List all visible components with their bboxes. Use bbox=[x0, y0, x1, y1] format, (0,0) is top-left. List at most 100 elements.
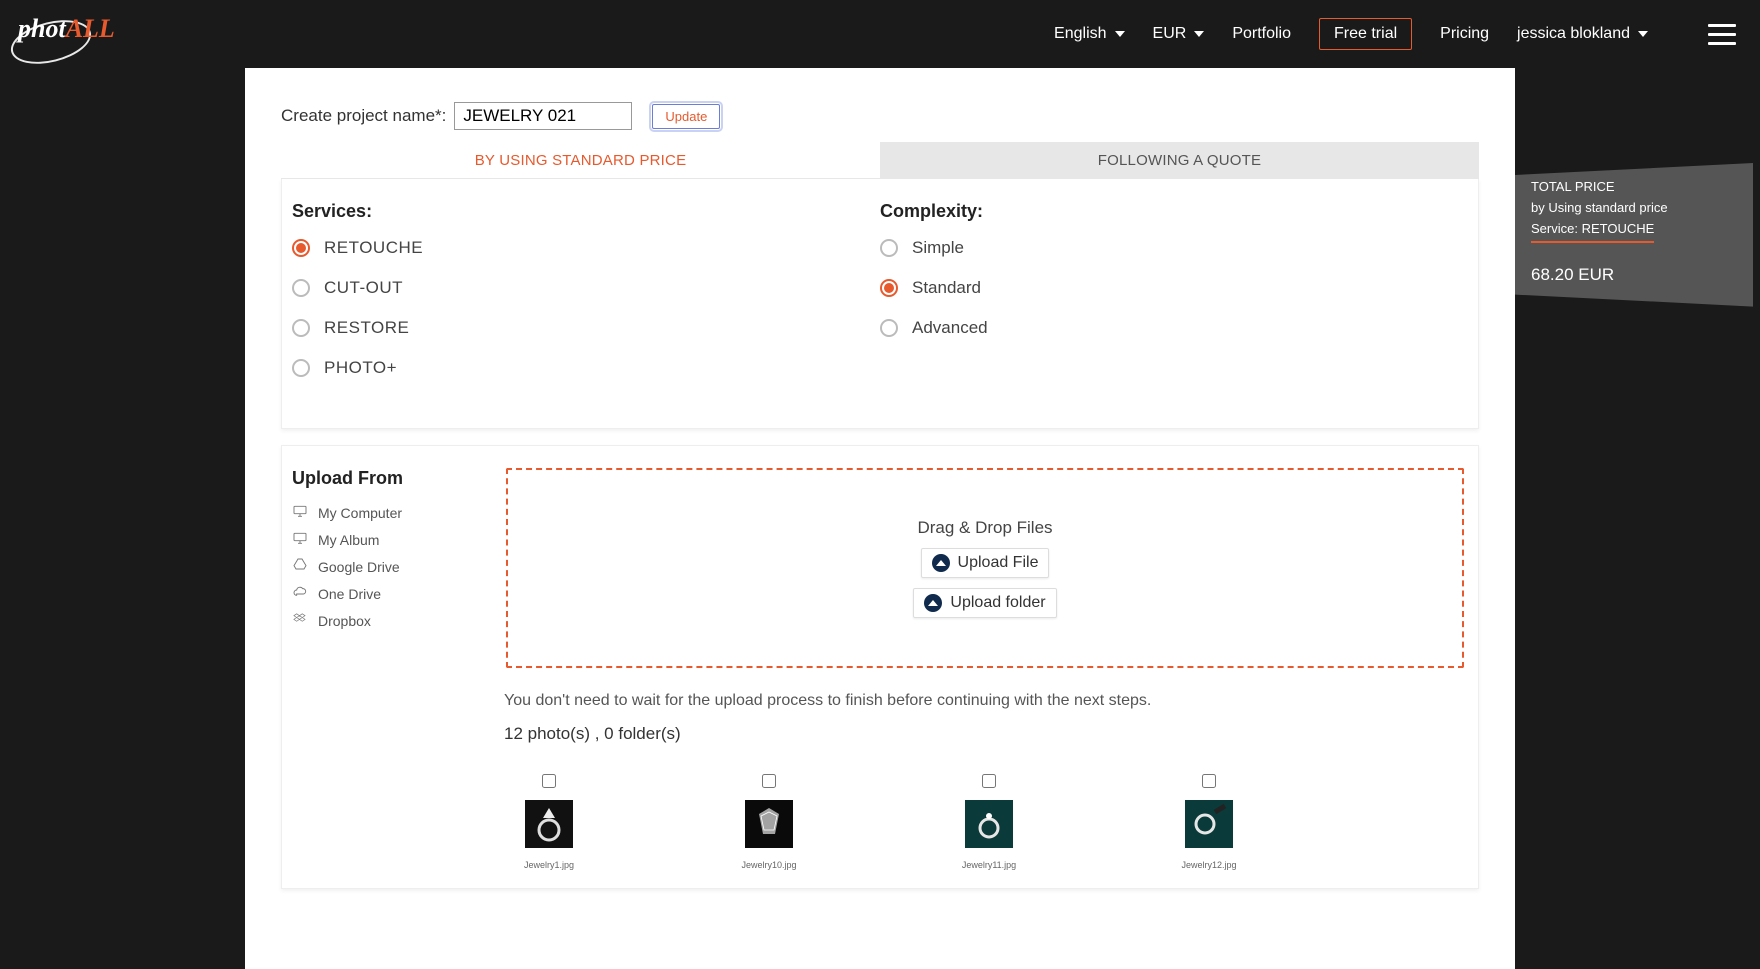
thumbnail-image[interactable] bbox=[745, 800, 793, 848]
upload-card: Upload From My ComputerMy AlbumGoogle Dr… bbox=[281, 445, 1479, 889]
service-label: RESTORE bbox=[324, 318, 409, 338]
complexity-option-simple[interactable]: Simple bbox=[880, 238, 1468, 258]
source-label: My Computer bbox=[318, 505, 402, 521]
project-name-input[interactable] bbox=[454, 102, 632, 130]
logo-text-2: ALL bbox=[66, 14, 115, 43]
chevron-down-icon bbox=[1638, 31, 1648, 37]
service-label: RETOUCHE bbox=[324, 238, 423, 258]
service-label: PHOTO+ bbox=[324, 358, 397, 378]
upload-arrow-icon bbox=[932, 554, 950, 572]
thumbnail-row: Jewelry1.jpg Jewelry10.jpg Jewelry11.jpg Je… bbox=[504, 774, 1464, 870]
upload-source-my-computer[interactable]: My Computer bbox=[292, 503, 488, 522]
project-name-row: Create project name*: Update bbox=[245, 68, 1515, 142]
source-label: Google Drive bbox=[318, 559, 400, 575]
thumbnail-filename: Jewelry11.jpg bbox=[962, 860, 1016, 870]
upload-source-google-drive[interactable]: Google Drive bbox=[292, 557, 488, 576]
radio-icon bbox=[880, 239, 898, 257]
logo[interactable]: photALL bbox=[18, 14, 115, 44]
chevron-down-icon bbox=[1194, 31, 1204, 37]
nav-pricing[interactable]: Pricing bbox=[1440, 25, 1489, 43]
app-header: photALL English EUR Portfolio Free trial… bbox=[0, 0, 1760, 68]
thumbnail-checkbox[interactable] bbox=[762, 774, 776, 788]
total-card-service: Service: RETOUCHE bbox=[1531, 219, 1654, 244]
chevron-down-icon bbox=[1115, 31, 1125, 37]
radio-icon bbox=[292, 239, 310, 257]
thumbnail-checkbox[interactable] bbox=[542, 774, 556, 788]
total-card-title: TOTAL PRICE bbox=[1531, 177, 1737, 198]
complexity-label: Advanced bbox=[912, 318, 988, 338]
upload-count: 12 photo(s) , 0 folder(s) bbox=[504, 724, 1464, 744]
radio-icon bbox=[292, 359, 310, 377]
complexity-column: Complexity: Simple Standard Advanced bbox=[880, 201, 1468, 398]
tab-standard-price[interactable]: BY USING STANDARD PRICE bbox=[281, 142, 880, 179]
source-label: My Album bbox=[318, 532, 379, 548]
thumbnail-filename: Jewelry10.jpg bbox=[741, 860, 796, 870]
tab-following-quote[interactable]: FOLLOWING A QUOTE bbox=[880, 142, 1479, 179]
upload-folder-button[interactable]: Upload folder bbox=[913, 588, 1056, 618]
service-option-photo-[interactable]: PHOTO+ bbox=[292, 358, 880, 378]
complexity-option-advanced[interactable]: Advanced bbox=[880, 318, 1468, 338]
user-menu[interactable]: jessica blokland bbox=[1517, 25, 1648, 43]
page-body: TOTAL PRICE by Using standard price Serv… bbox=[245, 68, 1515, 969]
upload-source-one-drive[interactable]: One Drive bbox=[292, 584, 488, 603]
service-option-restore[interactable]: RESTORE bbox=[292, 318, 880, 338]
currency-dropdown[interactable]: EUR bbox=[1153, 25, 1205, 43]
upload-sources: Upload From My ComputerMy AlbumGoogle Dr… bbox=[292, 468, 488, 668]
drop-zone-title: Drag & Drop Files bbox=[917, 518, 1052, 538]
project-name-label: Create project name*: bbox=[281, 106, 446, 126]
complexity-heading: Complexity: bbox=[880, 201, 1468, 222]
source-label: Dropbox bbox=[318, 613, 371, 629]
radio-icon bbox=[880, 279, 898, 297]
radio-icon bbox=[292, 279, 310, 297]
thumbnail-checkbox[interactable] bbox=[982, 774, 996, 788]
logo-text-1: phot bbox=[18, 14, 66, 43]
upload-source-dropbox[interactable]: Dropbox bbox=[292, 611, 488, 630]
complexity-option-standard[interactable]: Standard bbox=[880, 278, 1468, 298]
source-label: One Drive bbox=[318, 586, 381, 602]
thumbnail-item: Jewelry11.jpg bbox=[944, 774, 1034, 870]
upload-file-button[interactable]: Upload File bbox=[921, 548, 1050, 578]
currency-label: EUR bbox=[1153, 25, 1187, 43]
upload-arrow-icon bbox=[924, 594, 942, 612]
language-dropdown[interactable]: English bbox=[1054, 25, 1124, 43]
service-option-cut-out[interactable]: CUT-OUT bbox=[292, 278, 880, 298]
nav-free-trial[interactable]: Free trial bbox=[1319, 18, 1412, 50]
thumbnail-item: Jewelry1.jpg bbox=[504, 774, 594, 870]
complexity-label: Standard bbox=[912, 278, 981, 298]
language-label: English bbox=[1054, 25, 1106, 43]
total-price-card: TOTAL PRICE by Using standard price Serv… bbox=[1515, 163, 1753, 307]
user-name: jessica blokland bbox=[1517, 25, 1630, 43]
total-card-subtitle: by Using standard price bbox=[1531, 198, 1737, 219]
upload-folder-label: Upload folder bbox=[950, 594, 1045, 612]
radio-icon bbox=[880, 319, 898, 337]
thumbnail-checkbox[interactable] bbox=[1202, 774, 1216, 788]
nav-portfolio[interactable]: Portfolio bbox=[1232, 25, 1291, 43]
services-column: Services: RETOUCHE CUT-OUT RESTORE PHOTO+ bbox=[292, 201, 880, 398]
thumbnail-filename: Jewelry12.jpg bbox=[1181, 860, 1236, 870]
source-icon bbox=[292, 530, 308, 549]
complexity-label: Simple bbox=[912, 238, 964, 258]
source-icon bbox=[292, 557, 308, 576]
source-icon bbox=[292, 584, 308, 603]
radio-icon bbox=[292, 319, 310, 337]
hamburger-menu-icon[interactable] bbox=[1708, 24, 1736, 45]
services-heading: Services: bbox=[292, 201, 880, 222]
nav: English EUR Portfolio Free trial Pricing… bbox=[1054, 18, 1736, 50]
drop-zone[interactable]: Drag & Drop Files Upload File Upload fol… bbox=[506, 468, 1464, 668]
thumbnail-image[interactable] bbox=[965, 800, 1013, 848]
thumbnail-image[interactable] bbox=[525, 800, 573, 848]
service-option-retouche[interactable]: RETOUCHE bbox=[292, 238, 880, 258]
thumbnail-filename: Jewelry1.jpg bbox=[524, 860, 574, 870]
update-button[interactable]: Update bbox=[652, 104, 720, 129]
service-label: CUT-OUT bbox=[324, 278, 403, 298]
upload-source-my-album[interactable]: My Album bbox=[292, 530, 488, 549]
upload-note: You don't need to wait for the upload pr… bbox=[504, 692, 1464, 710]
total-card-price: 68.20 EUR bbox=[1531, 261, 1737, 288]
pricing-mode-tabs: BY USING STANDARD PRICE FOLLOWING A QUOT… bbox=[281, 142, 1479, 179]
thumbnail-item: Jewelry12.jpg bbox=[1164, 774, 1254, 870]
thumbnail-image[interactable] bbox=[1185, 800, 1233, 848]
source-icon bbox=[292, 611, 308, 630]
source-icon bbox=[292, 503, 308, 522]
pricing-config-card: Services: RETOUCHE CUT-OUT RESTORE PHOTO+ C… bbox=[281, 179, 1479, 429]
upload-file-label: Upload File bbox=[958, 554, 1039, 572]
